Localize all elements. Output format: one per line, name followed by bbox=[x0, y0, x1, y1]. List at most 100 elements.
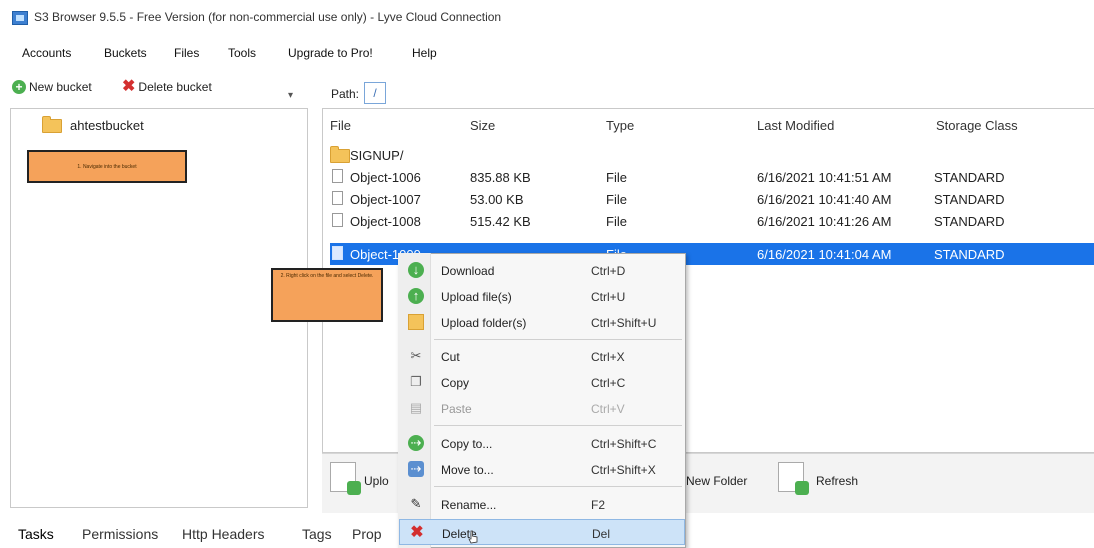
file-name: SIGNUP/ bbox=[350, 148, 404, 163]
copy-to-icon: ⇢ bbox=[408, 435, 424, 451]
file-type: File bbox=[606, 192, 627, 207]
file-storage-class: STANDARD bbox=[934, 192, 1005, 207]
bucket-name: ahtestbucket bbox=[70, 118, 144, 133]
menu-item-label: Copy bbox=[441, 376, 470, 390]
file-row[interactable]: Object-1007 53.00 KB File 6/16/2021 10:4… bbox=[330, 188, 1094, 210]
file-size: 515.42 KB bbox=[470, 214, 531, 229]
menu-item-label: Download bbox=[441, 264, 495, 278]
rename-icon: ✎ bbox=[410, 496, 422, 511]
menu-item-label: Rename... bbox=[441, 498, 497, 512]
menu-item-upload-folders[interactable]: Upload folder(s) Ctrl+Shift+U bbox=[399, 309, 685, 335]
new-folder-button[interactable]: New Folder bbox=[686, 474, 747, 488]
delete-icon: ✖ bbox=[410, 524, 424, 541]
menu-upgrade[interactable]: Upgrade to Pro! bbox=[288, 46, 373, 60]
menu-item-copy[interactable]: ❐ Copy Ctrl+C bbox=[399, 369, 685, 395]
bucket-folder-icon bbox=[42, 115, 62, 133]
file-modified: 6/16/2021 10:41:04 AM bbox=[757, 247, 892, 262]
menu-item-label: Upload folder(s) bbox=[441, 316, 527, 330]
upload-button[interactable]: Uplo bbox=[364, 474, 389, 488]
file-storage-class: STANDARD bbox=[934, 170, 1005, 185]
menu-item-shortcut: Del bbox=[592, 527, 611, 541]
menu-item-paste[interactable]: ▤ Paste Ctrl+V bbox=[399, 395, 685, 421]
folder-icon bbox=[330, 146, 350, 163]
file-type: File bbox=[606, 170, 627, 185]
menu-item-cut[interactable]: ✂ Cut Ctrl+X bbox=[399, 343, 685, 369]
menu-separator bbox=[434, 339, 682, 340]
menu-bar: Accounts Buckets Files Tools Upgrade to … bbox=[0, 40, 1094, 64]
menu-item-download[interactable]: ↓ Download Ctrl+D bbox=[399, 257, 685, 283]
delete-bucket-button[interactable]: ✖ Delete bucket bbox=[122, 78, 212, 95]
new-bucket-button[interactable]: + New bucket bbox=[12, 80, 92, 94]
move-to-icon: ⇢ bbox=[408, 461, 424, 477]
tab-properties[interactable]: Prop bbox=[352, 526, 382, 542]
bucket-toolbar: + New bucket ✖ Delete bucket bbox=[0, 72, 310, 100]
app-icon bbox=[12, 11, 28, 25]
menu-item-shortcut: Ctrl+U bbox=[591, 290, 626, 304]
menu-tools[interactable]: Tools bbox=[228, 46, 256, 60]
menu-files[interactable]: Files bbox=[174, 46, 199, 60]
menu-item-move-to[interactable]: ⇢ Move to... Ctrl+Shift+X bbox=[399, 456, 685, 482]
column-header-storage-class[interactable]: Storage Class bbox=[936, 118, 1018, 133]
column-header-size[interactable]: Size bbox=[470, 118, 495, 133]
menu-separator bbox=[434, 425, 682, 426]
bucket-tree-item[interactable]: ahtestbucket bbox=[42, 115, 144, 133]
menu-item-shortcut: F2 bbox=[591, 498, 606, 512]
column-header-file[interactable]: File bbox=[330, 118, 351, 133]
file-modified: 6/16/2021 10:41:40 AM bbox=[757, 192, 892, 207]
menu-item-upload-files[interactable]: ↑ Upload file(s) Ctrl+U bbox=[399, 283, 685, 309]
file-row[interactable]: SIGNUP/ bbox=[330, 144, 1094, 166]
file-row[interactable]: Object-1008 515.42 KB File 6/16/2021 10:… bbox=[330, 210, 1094, 232]
file-icon bbox=[332, 191, 343, 205]
menu-item-delete[interactable]: ✖ Delete Del bbox=[399, 519, 685, 545]
annotation-note-2: 2. Right click on the file and select De… bbox=[271, 268, 383, 322]
delete-icon: ✖ bbox=[122, 78, 136, 95]
menu-item-shortcut: Ctrl+Shift+X bbox=[591, 463, 656, 477]
path-label: Path: bbox=[331, 87, 360, 101]
file-size: 835.88 KB bbox=[470, 170, 531, 185]
file-name: Object-1007 bbox=[350, 192, 421, 207]
tab-permissions[interactable]: Permissions bbox=[82, 526, 158, 542]
file-storage-class: STANDARD bbox=[934, 247, 1005, 262]
scissors-icon: ✂ bbox=[410, 348, 422, 363]
menu-item-shortcut: Ctrl+Shift+U bbox=[591, 316, 657, 330]
new-bucket-label: New bucket bbox=[29, 80, 92, 94]
file-icon bbox=[332, 169, 343, 183]
menu-item-shortcut: Ctrl+V bbox=[591, 402, 625, 416]
menu-item-rename[interactable]: ✎ Rename... F2 bbox=[399, 491, 685, 517]
hand-cursor-icon bbox=[468, 530, 478, 544]
copy-icon: ❐ bbox=[410, 374, 422, 389]
menu-item-label: Cut bbox=[441, 350, 460, 364]
refresh-icon[interactable] bbox=[778, 462, 809, 495]
menu-item-copy-to[interactable]: ⇢ Copy to... Ctrl+Shift+C bbox=[399, 430, 685, 456]
file-icon bbox=[332, 213, 343, 227]
menu-buckets[interactable]: Buckets bbox=[104, 46, 147, 60]
path-input[interactable]: / bbox=[364, 82, 386, 104]
upload-icon[interactable] bbox=[330, 462, 361, 495]
paste-icon: ▤ bbox=[409, 400, 423, 415]
file-name: Object-1008 bbox=[350, 214, 421, 229]
column-header-type[interactable]: Type bbox=[606, 118, 634, 133]
upload-icon: ↑ bbox=[408, 288, 424, 304]
file-row[interactable]: Object-1006 835.88 KB File 6/16/2021 10:… bbox=[330, 166, 1094, 188]
file-modified: 6/16/2021 10:41:26 AM bbox=[757, 214, 892, 229]
tab-http-headers[interactable]: Http Headers bbox=[182, 526, 264, 542]
menu-separator bbox=[434, 486, 682, 487]
tab-tags[interactable]: Tags bbox=[302, 526, 332, 542]
column-header-last-modified[interactable]: Last Modified bbox=[757, 118, 834, 133]
menu-item-label: Paste bbox=[441, 402, 472, 416]
menu-item-shortcut: Ctrl+C bbox=[591, 376, 626, 390]
menu-help[interactable]: Help bbox=[412, 46, 437, 60]
file-modified: 6/16/2021 10:41:51 AM bbox=[757, 170, 892, 185]
pin-icon[interactable]: ▾ bbox=[288, 90, 293, 101]
file-name: Object-1006 bbox=[350, 170, 421, 185]
file-icon bbox=[332, 246, 343, 260]
window-title: S3 Browser 9.5.5 - Free Version (for non… bbox=[34, 10, 502, 24]
menu-accounts[interactable]: Accounts bbox=[22, 46, 71, 60]
file-size: 53.00 KB bbox=[470, 192, 524, 207]
refresh-button[interactable]: Refresh bbox=[816, 474, 858, 488]
upload-folder-icon bbox=[408, 314, 424, 330]
add-icon: + bbox=[12, 80, 26, 94]
tab-tasks[interactable]: Tasks bbox=[18, 526, 54, 542]
menu-item-shortcut: Ctrl+D bbox=[591, 264, 626, 278]
file-type: File bbox=[606, 214, 627, 229]
